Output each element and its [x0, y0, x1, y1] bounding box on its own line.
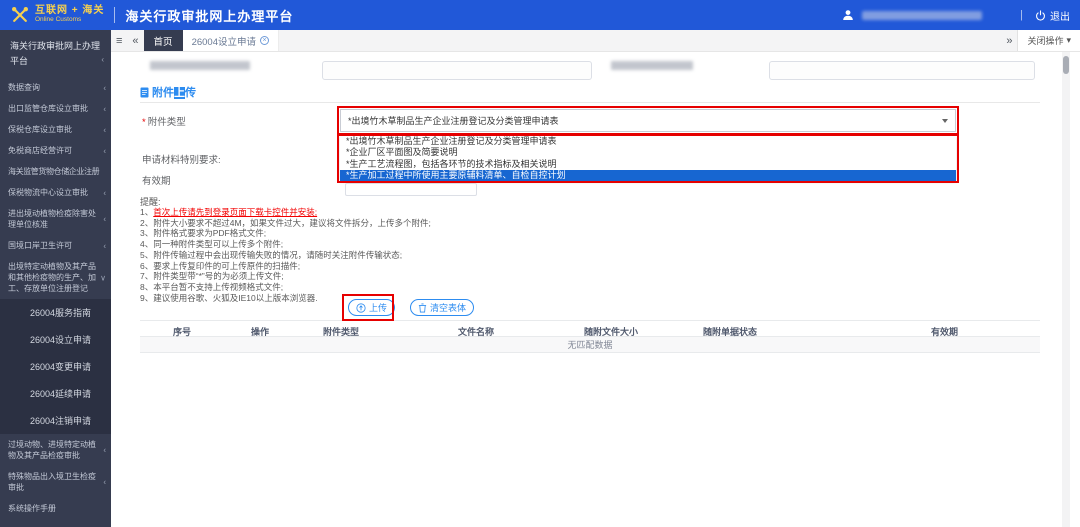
option-process-flowchart[interactable]: *生产工艺流程图，包括各环节的技术指标及相关说明 [340, 159, 956, 170]
sidebar-root-item[interactable]: 海关行政审批网上办理平台 ‹ [0, 30, 111, 77]
chevron-down-icon: ∨ [100, 272, 106, 283]
col-filename: 文件名称 [458, 325, 494, 338]
notice-list: 1、首次上传请先到登录页面下载卡控件并安装; 2、附件大小要求不超过4M，如果文… [140, 207, 700, 303]
content-panel: 附件上传 *附件类型 *出境竹木草制品生产企业注册登记及分类管理申请表 *出境竹… [111, 52, 1080, 527]
selected-text: 上 [174, 87, 185, 99]
expand-tabs-icon[interactable]: » [1001, 30, 1017, 51]
vertical-scrollbar[interactable] [1062, 52, 1070, 527]
document-icon [140, 87, 149, 98]
main-area: ≡ « 首页 26004设立申请 × » 关闭操作 ▾ [111, 30, 1080, 527]
col-doc-status: 随附单据状态 [703, 325, 757, 338]
sidebar-item-bonded-warehouse[interactable]: 保税仓库设立审批‹ [0, 119, 111, 140]
chevron-left-icon: ‹ [103, 477, 106, 488]
sidebar-item-port-hygiene-license[interactable]: 国境口岸卫生许可‹ [0, 235, 111, 256]
close-operations-dropdown[interactable]: 关闭操作 ▾ [1017, 30, 1080, 51]
chevron-left-icon: ‹ [103, 214, 106, 225]
notice-item: 2、附件大小要求不超过4M，如果文件过大，建议将文件拆分，上传多个附件; [140, 218, 700, 229]
chevron-left-icon: ‹ [103, 445, 106, 456]
sidebar-item-special-items-quarantine[interactable]: 特殊物品出入境卫生检疫审批‹ [0, 466, 111, 498]
sidebar-subitem-26004-service-guide[interactable]: 26004服务指南 [0, 299, 111, 326]
attachment-table: 序号 操作 附件类型 文件名称 随附文件大小 随附单据状态 有效期 无匹配数据 [140, 320, 1040, 353]
sidebar-subitem-26004-change[interactable]: 26004变更申请 [0, 353, 111, 380]
sidebar-subitem-26004-renewal[interactable]: 26004延续申请 [0, 380, 111, 407]
trash-icon [418, 303, 427, 313]
notice-item: 7、附件类型带“*”号的为必须上传文件; [140, 271, 700, 282]
chevron-down-icon [942, 119, 948, 123]
upload-icon [356, 303, 366, 313]
sidebar-item-supervised-goods-storage[interactable]: 海关监管货物仓储企业注册 [0, 161, 111, 182]
attachment-type-label: *附件类型 [142, 114, 186, 128]
sidebar-item-transit-animals-quarantine[interactable]: 过境动物、进境特定动植物及其产品检疫审批‹ [0, 434, 111, 466]
collapse-tabs-icon[interactable]: « [127, 30, 143, 51]
notice-item: 4、同一种附件类型可以上传多个附件; [140, 239, 700, 250]
logo: 互联网 + 海关 Online Customs [10, 5, 104, 25]
caret-down-icon: ▾ [1066, 35, 1071, 46]
notice-item: 8、本平台暂不支持上传视频格式文件; [140, 282, 700, 293]
close-tab-icon[interactable]: × [260, 36, 269, 45]
clipped-input-field[interactable] [769, 61, 1035, 80]
clipped-input-field[interactable] [322, 61, 592, 80]
header-pipe-divider: | [1020, 9, 1023, 21]
validity-label: 有效期 [142, 173, 171, 187]
tab-home[interactable]: 首页 [144, 30, 183, 51]
chevron-left-icon: ‹ [103, 124, 106, 135]
username-redacted [862, 11, 982, 20]
chevron-left-icon: ‹ [103, 145, 106, 156]
special-requirements-label: 申请材料特别要求: [142, 152, 221, 166]
chevron-left-icon: ‹ [103, 103, 106, 114]
notice-item: 3、附件格式要求为PDF格式文件; [140, 228, 700, 239]
clear-table-button[interactable]: 清空表体 [410, 299, 474, 316]
scrollbar-thumb[interactable] [1063, 56, 1069, 74]
col-seq: 序号 [173, 325, 191, 338]
clipped-validity-input[interactable] [345, 183, 477, 196]
required-asterisk: * [142, 117, 146, 128]
sidebar-subitem-26004-establish[interactable]: 26004设立申请 [0, 326, 111, 353]
sidebar-item-data-query[interactable]: 数据查询‹ [0, 77, 111, 98]
sidebar-item-quarantine-treatment-unit[interactable]: 进出境动植物检疫除害处理单位核准‹ [0, 203, 111, 235]
power-icon [1035, 10, 1046, 21]
logout-button[interactable]: 退出 [1035, 8, 1070, 23]
table-header-row: 序号 操作 附件类型 文件名称 随附文件大小 随附单据状态 有效期 [140, 320, 1040, 337]
col-action: 操作 [251, 325, 269, 338]
chevron-left-icon: ‹ [103, 82, 106, 93]
sidebar-item-export-warehouse[interactable]: 出口监管仓库设立审批‹ [0, 98, 111, 119]
table-empty-row: 无匹配数据 [140, 337, 1040, 353]
col-filesize: 随附文件大小 [584, 325, 638, 338]
top-header: 互联网 + 海关 Online Customs 海关行政审批网上办理平台 | 退… [0, 0, 1080, 30]
upload-button[interactable]: 上传 [348, 299, 395, 316]
option-factory-plan[interactable]: *企业厂区平面图及简要说明 [340, 147, 956, 158]
sidebar-item-bonded-logistics-center[interactable]: 保税物流中心设立审批‹ [0, 182, 111, 203]
hamburger-menu-icon[interactable]: ≡ [111, 30, 127, 51]
sidebar-item-26004-registration-group[interactable]: 出境特定动植物及其产品和其他检疫物的生产、加工、存放单位注册登记∨ [0, 256, 111, 299]
notice-item: 6、要求上传复印件的可上传原件的扫描件; [140, 261, 700, 272]
chevron-left-icon: ‹ [101, 52, 104, 67]
customs-crossed-keys-icon [10, 5, 30, 25]
user-avatar-icon [842, 9, 854, 21]
chevron-left-icon: ‹ [103, 187, 106, 198]
section-divider [140, 102, 1040, 103]
redacted-field-label [611, 61, 693, 70]
logo-subtitle: Online Customs [35, 17, 104, 24]
attachment-section-title: 附件上传 [140, 84, 196, 100]
notice-item: 5、附件传输过程中会出现传输失败的情况，请随时关注附件传输状态; [140, 250, 700, 261]
option-raw-material-list[interactable]: *生产加工过程中所使用主要原辅料清单、自检自控计划 [340, 170, 956, 181]
sidebar-subitem-26004-cancel[interactable]: 26004注销申请 [0, 407, 111, 434]
attachment-type-select[interactable]: *出境竹木草制品生产企业注册登记及分类管理申请表 [340, 109, 956, 132]
sidebar-submenu-26004: 26004服务指南 26004设立申请 26004变更申请 26004延续申请 … [0, 299, 111, 434]
header-divider [114, 7, 115, 23]
tab-bar: ≡ « 首页 26004设立申请 × » 关闭操作 ▾ [111, 30, 1080, 52]
sidebar-nav: 海关行政审批网上办理平台 ‹ 数据查询‹ 出口监管仓库设立审批‹ 保税仓库设立审… [0, 30, 111, 527]
attachment-type-options: *出境竹木草制品生产企业注册登记及分类管理申请表 *企业厂区平面图及简要说明 *… [340, 136, 956, 181]
sidebar-item-duty-free-shop[interactable]: 免税商店经营许可‹ [0, 140, 111, 161]
tab-26004-establish[interactable]: 26004设立申请 × [183, 30, 279, 51]
logout-label: 退出 [1050, 8, 1070, 23]
col-validity: 有效期 [931, 325, 958, 338]
redacted-field-label [150, 61, 250, 70]
option-registration-form[interactable]: *出境竹木草制品生产企业注册登记及分类管理申请表 [340, 136, 956, 147]
chevron-left-icon: ‹ [103, 240, 106, 251]
col-type: 附件类型 [323, 325, 359, 338]
app-title: 海关行政审批网上办理平台 [125, 6, 293, 25]
sidebar-item-system-manual[interactable]: 系统操作手册 [0, 498, 111, 519]
notice-item: 1、首次上传请先到登录页面下载卡控件并安装; [140, 207, 700, 218]
